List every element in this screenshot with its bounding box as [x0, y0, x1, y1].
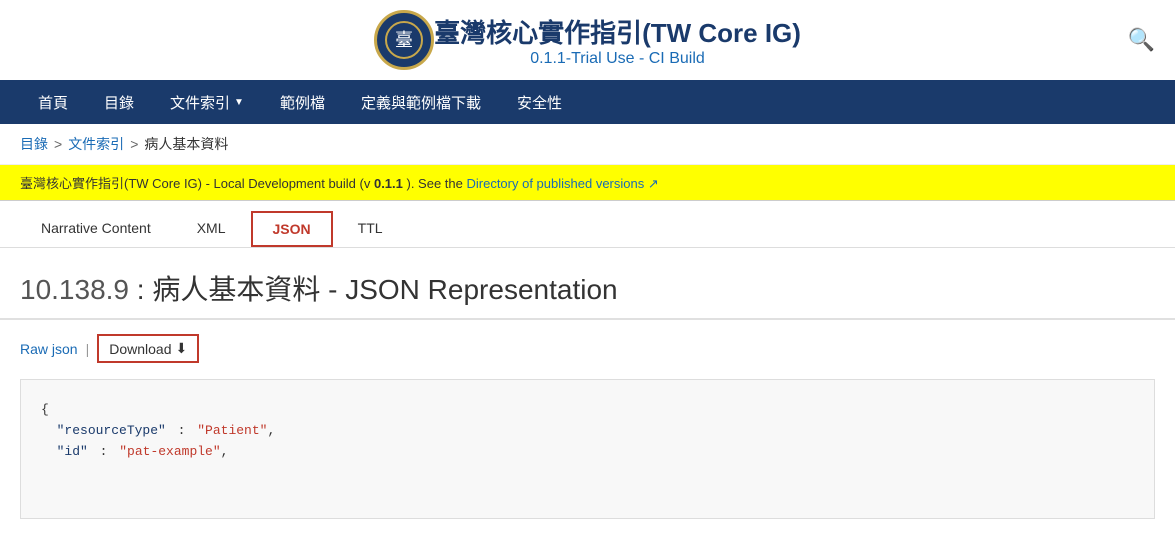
pipe-divider: | — [86, 341, 90, 357]
nav-definitions[interactable]: 定義與範例檔下載 — [343, 80, 499, 124]
warning-text-before: 臺灣核心實作指引(TW Core IG) - Local Development… — [20, 176, 374, 191]
code-block: { "resourceType" : "Patient", "id" : "pa… — [20, 379, 1155, 519]
published-versions-link[interactable]: Directory of published versions ↗ — [466, 176, 658, 191]
tabs-container: Narrative Content XML JSON TTL — [0, 201, 1175, 248]
search-icon[interactable]: 🔍 — [1128, 27, 1155, 53]
code-value-id: "pat-example" — [119, 444, 220, 459]
breadcrumb-current: 病人基本資料 — [144, 134, 228, 154]
section-number: 10.138.9 — [20, 274, 129, 305]
nav-examples[interactable]: 範例檔 — [262, 80, 343, 124]
chevron-down-icon: ▼ — [234, 97, 244, 108]
nav-doc-index[interactable]: 文件索引 ▼ — [152, 80, 262, 124]
svg-text:臺: 臺 — [395, 30, 413, 50]
tab-narrative[interactable]: Narrative Content — [20, 211, 172, 247]
raw-json-link[interactable]: Raw json — [20, 341, 78, 357]
download-label: Download — [109, 341, 171, 357]
page-title: 10.138.9 : 病人基本資料 - JSON Representation — [0, 248, 1175, 318]
section-divider — [0, 318, 1175, 320]
download-button[interactable]: Download ⬇ — [97, 334, 199, 363]
title-colon: : — [137, 274, 145, 305]
warning-text-after: ). See the — [403, 176, 467, 191]
action-bar: Raw json | Download ⬇ — [0, 328, 1175, 369]
code-key-resourcetype: "resourceType" — [57, 423, 166, 438]
title-text: 病人基本資料 - JSON Representation — [152, 274, 617, 305]
code-line-id: "id" : "pat-example", — [41, 442, 1134, 463]
warning-banner: 臺灣核心實作指引(TW Core IG) - Local Development… — [0, 165, 1175, 201]
site-logo: 臺 — [374, 10, 434, 70]
breadcrumb-sep-2: > — [130, 136, 138, 152]
breadcrumb: 目錄 > 文件索引 > 病人基本資料 — [0, 124, 1175, 165]
page-header: 臺 臺灣核心實作指引(TW Core IG) 0.1.1-Trial Use -… — [0, 0, 1175, 80]
tab-ttl[interactable]: TTL — [337, 211, 404, 247]
breadcrumb-toc[interactable]: 目錄 — [20, 134, 48, 154]
code-key-id: "id" — [57, 444, 88, 459]
nav-toc[interactable]: 目錄 — [86, 80, 152, 124]
nav-bar: 首頁 目錄 文件索引 ▼ 範例檔 定義與範例檔下載 安全性 — [0, 80, 1175, 124]
site-title-main: 臺灣核心實作指引(TW Core IG) — [434, 13, 801, 50]
warning-version: 0.1.1 — [374, 176, 403, 191]
site-title: 臺灣核心實作指引(TW Core IG) 0.1.1-Trial Use - C… — [434, 13, 801, 68]
code-line-resource-type: "resourceType" : "Patient", — [41, 421, 1134, 442]
download-icon: ⬇ — [176, 340, 188, 357]
nav-home[interactable]: 首頁 — [20, 80, 86, 124]
tab-xml[interactable]: XML — [176, 211, 247, 247]
tab-json[interactable]: JSON — [251, 211, 333, 247]
nav-security[interactable]: 安全性 — [499, 80, 580, 124]
site-title-sub: 0.1.1-Trial Use - CI Build — [434, 50, 801, 68]
breadcrumb-doc-index[interactable]: 文件索引 — [68, 134, 124, 154]
code-open-brace: { — [41, 400, 1134, 421]
breadcrumb-sep-1: > — [54, 136, 62, 152]
code-value-resourcetype: "Patient" — [197, 423, 267, 438]
